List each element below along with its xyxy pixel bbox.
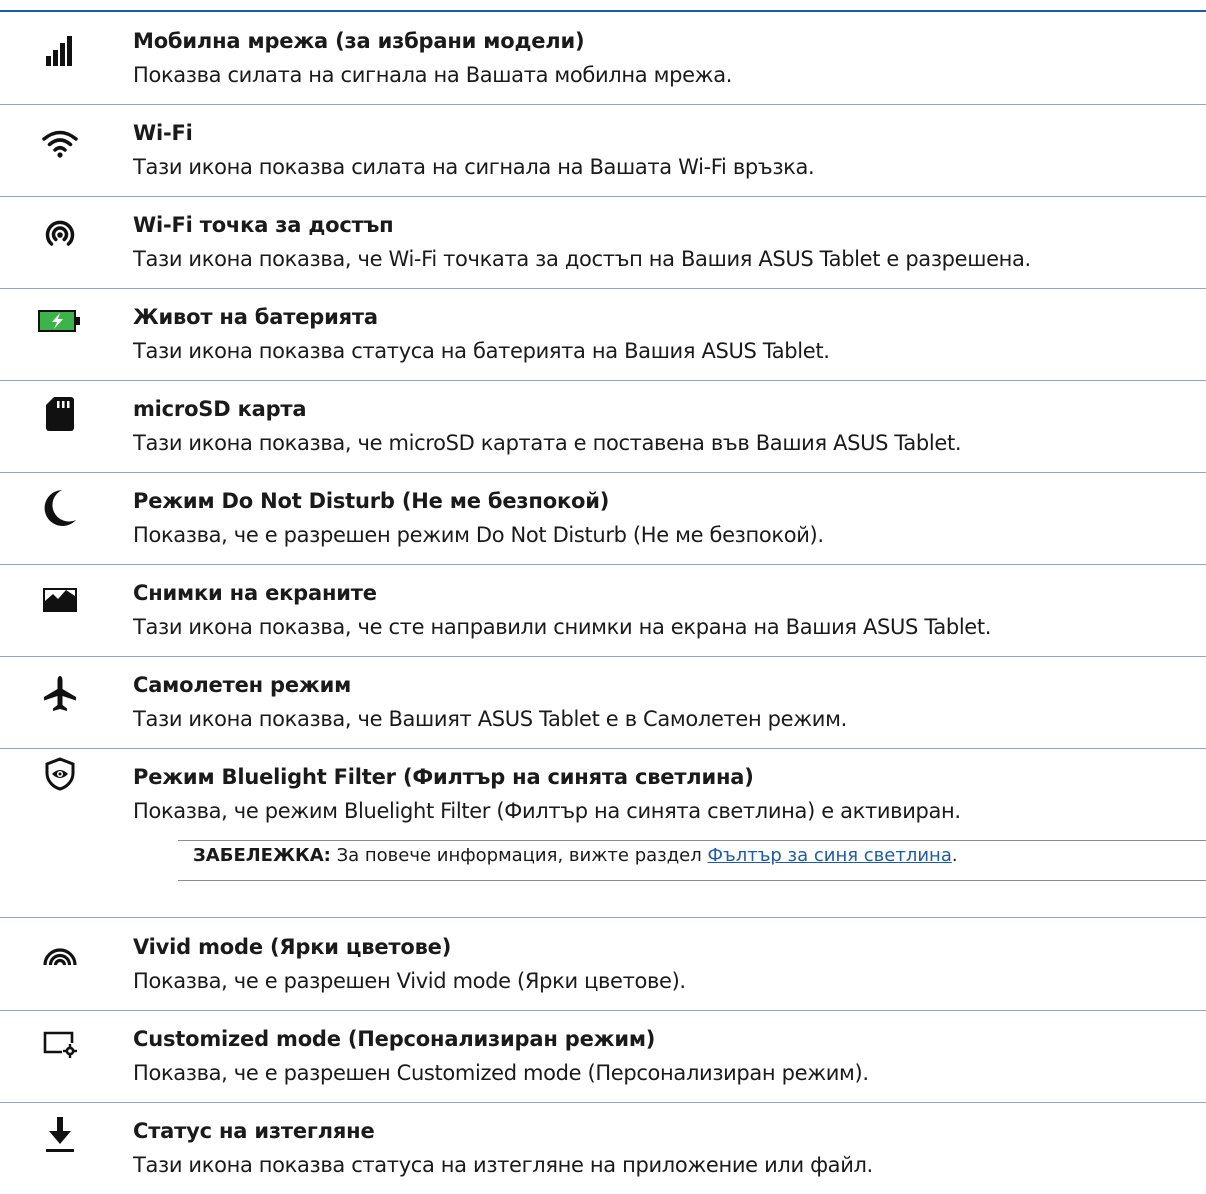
note: ЗАБЕЛЕЖКА: За повече информация, вижте р… xyxy=(193,844,958,868)
screenshot-image-icon xyxy=(38,578,82,622)
item-description: Тази икона показва, че сте направили сни… xyxy=(133,615,992,639)
divider xyxy=(0,917,1206,918)
moon-icon xyxy=(38,486,82,530)
item-description: Тази икона показва, че Wi-Fi точката за … xyxy=(133,247,1031,271)
item-description: Показва, че е разрешен режим Do Not Dist… xyxy=(133,523,824,547)
divider xyxy=(0,656,1206,657)
note-bottom-rule xyxy=(178,880,1206,881)
item-title: Снимки на екраните xyxy=(133,581,377,605)
bluelight-filter-link[interactable]: Фълтър за синя светлина xyxy=(707,845,951,866)
signal-bars-icon xyxy=(38,30,82,74)
item-description: Тази икона показва статуса на изтегляне … xyxy=(133,1153,873,1177)
vivid-mode-icon xyxy=(38,930,82,974)
item-title: Vivid mode (Ярки цветове) xyxy=(133,935,452,959)
item-title: Wi-Fi точка за достъп xyxy=(133,213,394,237)
note-top-rule xyxy=(178,840,1206,841)
divider xyxy=(0,288,1206,289)
note-label: ЗАБЕЛЕЖКА: xyxy=(193,845,331,866)
divider xyxy=(0,564,1206,565)
note-end: . xyxy=(951,845,958,866)
note-text: За повече информация, вижте раздел xyxy=(330,845,708,866)
item-description: Показва силата на сигнала на Вашата моби… xyxy=(133,63,733,87)
item-title: Customized mode (Персонализиран режим) xyxy=(133,1027,656,1051)
top-rule xyxy=(0,10,1206,12)
item-description: Тази икона показва, че Вашият ASUS Table… xyxy=(133,707,847,731)
item-title: Живот на батерията xyxy=(133,305,378,329)
item-title: Статус на изтегляне xyxy=(133,1119,375,1143)
item-title: Wi-Fi xyxy=(133,121,193,145)
divider xyxy=(0,748,1206,749)
airplane-icon xyxy=(38,672,82,716)
microsd-card-icon xyxy=(38,392,82,436)
item-description: Показва, че режим Bluelight Filter (Филт… xyxy=(133,799,961,823)
item-description: Показва, че е разрешен Customized mode (… xyxy=(133,1061,869,1085)
divider xyxy=(0,196,1206,197)
divider xyxy=(0,1010,1206,1011)
customized-mode-icon xyxy=(38,1022,82,1066)
item-title: Мобилна мрежа (за избрани модели) xyxy=(133,29,585,53)
item-description: Тази икона показва статуса на батерията … xyxy=(133,339,830,363)
bluelight-filter-icon xyxy=(38,752,82,796)
divider xyxy=(0,380,1206,381)
divider xyxy=(0,472,1206,473)
battery-charging-icon xyxy=(38,299,82,343)
item-title: Режим Bluelight Filter (Филтър на синята… xyxy=(133,765,754,789)
item-description: Тази икона показва, че microSD картата е… xyxy=(133,431,962,455)
hotspot-icon xyxy=(38,212,82,256)
item-title: Самолетен режим xyxy=(133,673,352,697)
item-description: Тази икона показва силата на сигнала на … xyxy=(133,155,815,179)
item-description: Показва, че е разрешен Vivid mode (Ярки … xyxy=(133,969,686,993)
divider xyxy=(0,1102,1206,1103)
divider xyxy=(0,104,1206,105)
wifi-icon xyxy=(38,122,82,166)
item-title: Режим Do Not Disturb (Не ме безпокой) xyxy=(133,489,610,513)
download-icon xyxy=(38,1112,82,1156)
item-title: microSD карта xyxy=(133,397,307,421)
